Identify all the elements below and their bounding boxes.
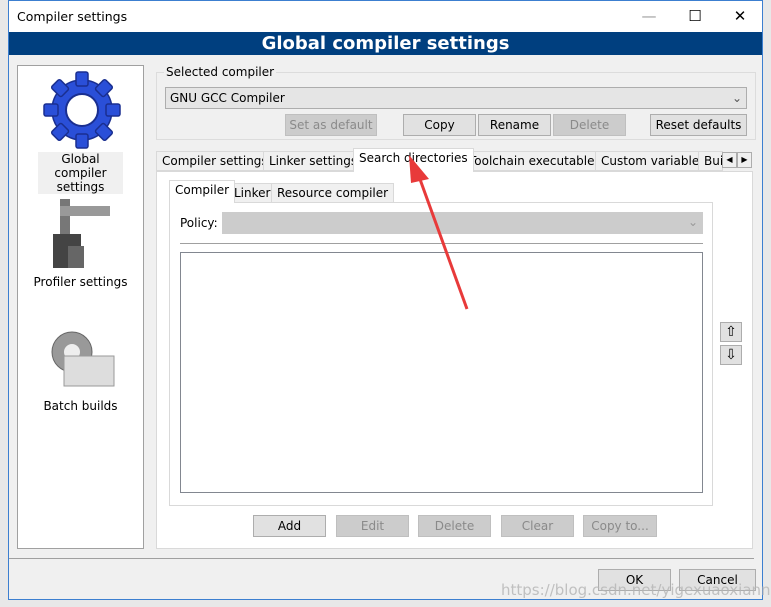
- tab-build-options[interactable]: Bui: [698, 151, 723, 171]
- delete-compiler-button[interactable]: Delete: [553, 114, 626, 136]
- delete-button[interactable]: Delete: [418, 515, 491, 537]
- close-button[interactable]: ✕: [718, 1, 762, 32]
- chevron-down-icon: ⌄: [687, 215, 698, 229]
- gear-icon: [42, 70, 122, 150]
- move-down-button[interactable]: ⇩: [720, 345, 742, 365]
- inner-tab-linker[interactable]: Linker: [228, 183, 277, 203]
- title-bar: Compiler settings — ☐ ✕: [9, 1, 762, 32]
- reset-defaults-button[interactable]: Reset defaults: [650, 114, 747, 136]
- tab-scroll-left-button[interactable]: ◀: [722, 152, 737, 168]
- selected-compiler-label: Selected compiler: [164, 65, 277, 79]
- copy-button[interactable]: Copy: [403, 114, 476, 136]
- tab-linker-settings[interactable]: Linker settings: [263, 151, 364, 171]
- chevron-down-icon: ⌄: [731, 91, 742, 105]
- tab-toolchain-executables[interactable]: Toolchain executables: [463, 151, 607, 171]
- footer-separator: [9, 558, 754, 559]
- sidebar-item-batch-builds[interactable]: Batch builds: [18, 399, 143, 413]
- gear-stack-icon: [46, 326, 118, 390]
- window-title: Compiler settings: [17, 9, 128, 24]
- add-button[interactable]: Add: [253, 515, 326, 537]
- edit-button[interactable]: Edit: [336, 515, 409, 537]
- minimize-button[interactable]: —: [627, 1, 671, 32]
- compiler-select-value: GNU GCC Compiler: [170, 91, 285, 105]
- sidebar-item-global-compiler-settings[interactable]: Global compiler settings: [38, 152, 123, 194]
- sidebar: Global compiler settings Profiler settin…: [17, 65, 144, 549]
- tab-custom-variables[interactable]: Custom variables: [595, 151, 712, 171]
- banner-title: Global compiler settings: [9, 32, 762, 55]
- inner-tab-compiler[interactable]: Compiler: [169, 180, 236, 203]
- rename-button[interactable]: Rename: [478, 114, 551, 136]
- maximize-button[interactable]: ☐: [673, 1, 717, 32]
- tab-compiler-settings[interactable]: Compiler settings: [156, 151, 274, 171]
- move-up-button[interactable]: ⇧: [720, 322, 742, 342]
- caliper-icon: [48, 194, 118, 274]
- watermark: https://blog.csdn.net/yigexuaoxianny: [501, 581, 771, 599]
- compiler-settings-dialog: Compiler settings — ☐ ✕ Global compiler …: [8, 0, 771, 600]
- policy-label: Policy:: [180, 216, 218, 230]
- compiler-select[interactable]: GNU GCC Compiler ⌄: [165, 87, 747, 109]
- inner-tab-resource-compiler[interactable]: Resource compiler: [271, 183, 395, 203]
- set-as-default-button[interactable]: Set as default: [285, 114, 377, 136]
- clear-button[interactable]: Clear: [501, 515, 574, 537]
- sidebar-item-profiler-settings[interactable]: Profiler settings: [18, 275, 143, 289]
- copy-to-button[interactable]: Copy to...: [583, 515, 657, 537]
- tab-scroll-right-button[interactable]: ▶: [737, 152, 752, 168]
- annotation-arrow: [409, 155, 469, 310]
